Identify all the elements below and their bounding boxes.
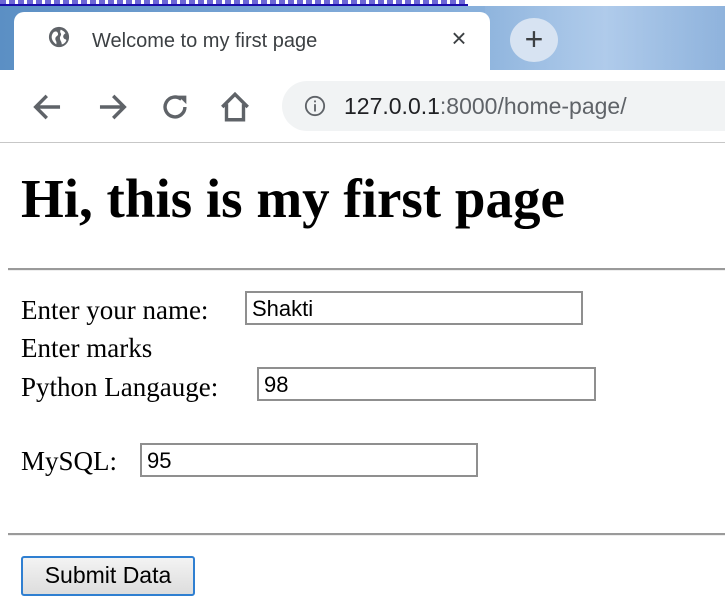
submit-button[interactable]: Submit Data: [21, 556, 195, 596]
new-tab-icon[interactable]: +: [510, 18, 558, 62]
info-icon[interactable]: [304, 95, 326, 117]
page-content: Hi, this is my first page Enter your nam…: [0, 143, 725, 596]
mysql-marks-input[interactable]: 95: [140, 443, 478, 477]
bottom-divider: [8, 533, 725, 536]
reload-icon[interactable]: [158, 90, 192, 124]
tab-title: Welcome to my first page: [92, 30, 318, 52]
python-marks-input[interactable]: 98: [257, 367, 596, 401]
top-divider: [8, 268, 725, 271]
tab-strip: Welcome to my first page × +: [0, 6, 725, 70]
address-bar[interactable]: 127.0.0.1:8000/home-page/: [282, 81, 725, 131]
marks-label: Enter marks: [21, 333, 153, 363]
home-icon[interactable]: [218, 90, 252, 124]
name-input[interactable]: Shakti: [245, 291, 583, 325]
back-arrow-icon[interactable]: [30, 90, 64, 124]
name-label: Enter your name:: [21, 295, 209, 325]
browser-tab[interactable]: Welcome to my first page ×: [14, 12, 490, 70]
url-text[interactable]: 127.0.0.1:8000/home-page/: [344, 93, 627, 120]
mysql-label: MySQL:: [21, 446, 118, 476]
globe-icon: [48, 26, 70, 48]
page-heading: Hi, this is my first page: [21, 168, 565, 229]
url-host: 127.0.0.1: [344, 93, 440, 119]
url-path: :8000/home-page/: [439, 93, 627, 119]
browser-toolbar: 127.0.0.1:8000/home-page/: [0, 70, 725, 143]
forward-arrow-icon[interactable]: [96, 90, 130, 124]
python-label: Python Langauge:: [21, 372, 219, 402]
close-icon[interactable]: ×: [446, 25, 472, 51]
